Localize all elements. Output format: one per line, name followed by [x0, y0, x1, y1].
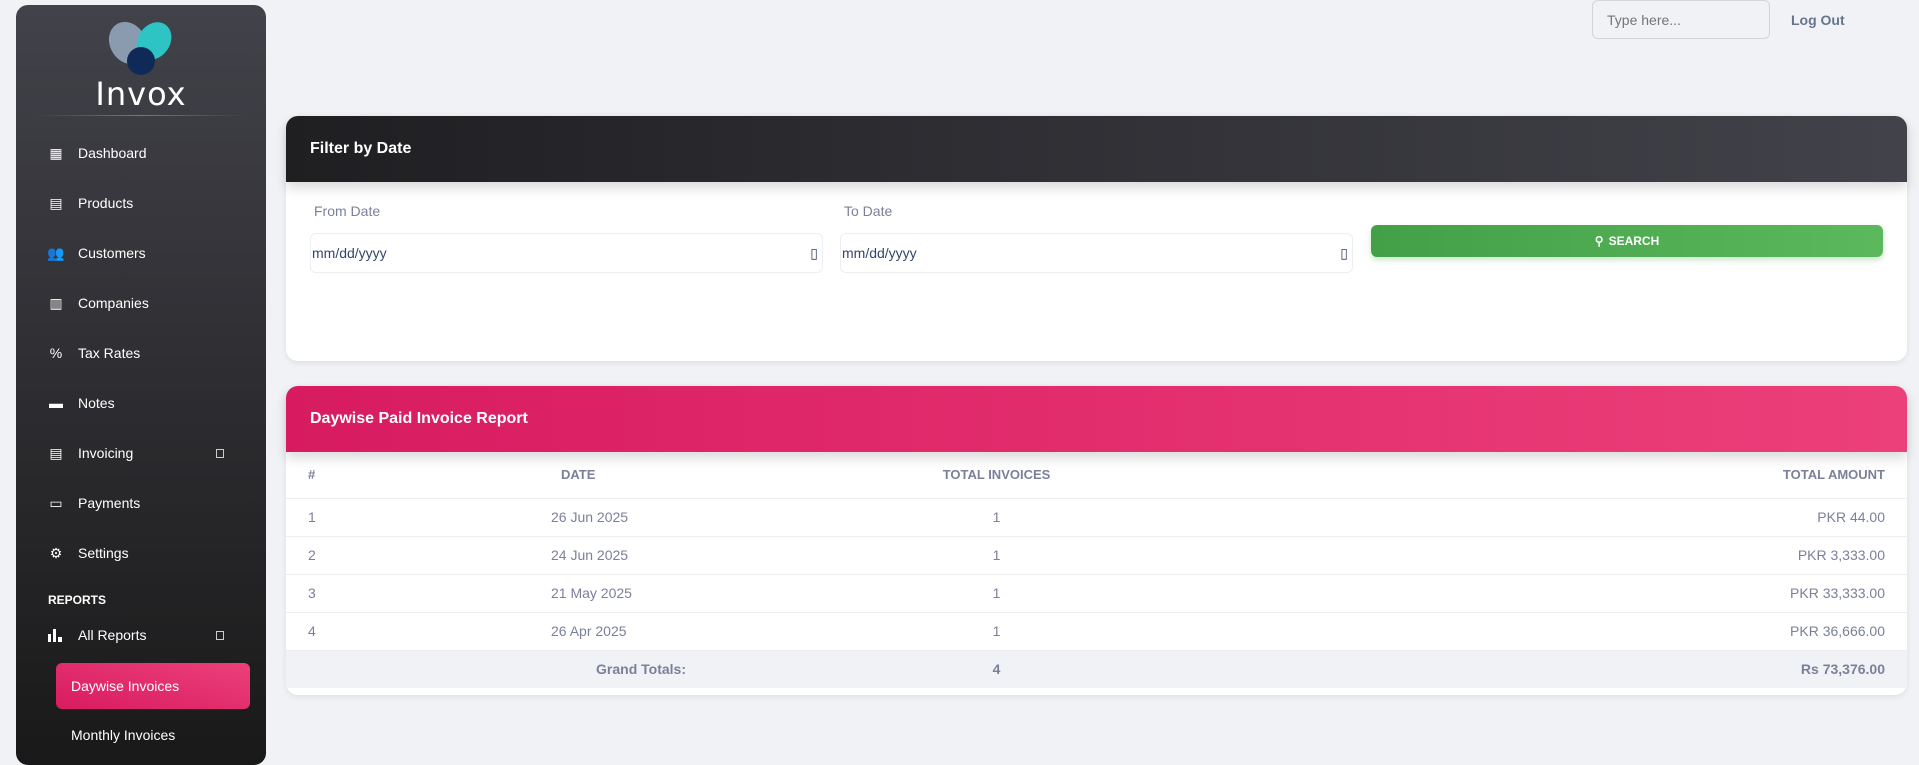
- grand-totals-invoices: 4: [686, 649, 1307, 688]
- row-amount: PKR 3,333.00: [1307, 536, 1907, 575]
- section-reports: REPORTS: [48, 593, 107, 607]
- grand-totals-label: Grand Totals:: [406, 649, 686, 688]
- sidebar-item-label: Tax Rates: [78, 345, 141, 361]
- app-name: Invox: [95, 75, 187, 113]
- archive-icon: ▤: [49, 194, 63, 211]
- sidebar: Invox ▦ Dashboard ▤ Products 👥 Customers ▥ Comp…: [16, 5, 266, 765]
- to-date-value: mm/dd/yyyy: [842, 245, 917, 261]
- report-table: # DATE TOTAL INVOICES TOTAL AMOUNT 1 26 J…: [286, 452, 1907, 688]
- sidebar-item-label: Payments: [78, 495, 141, 511]
- col-total-invoices: TOTAL INVOICES: [686, 452, 1307, 499]
- dashboard-icon: ▦: [49, 144, 63, 161]
- empty-cell: [286, 649, 406, 688]
- sidebar-item-notes[interactable]: ▬ Notes: [46, 385, 246, 421]
- note-icon: ▬: [49, 395, 63, 411]
- table-row: 4 26 Apr 2025 1 PKR 36,666.00: [286, 612, 1907, 651]
- search-icon: ⚲: [1594, 234, 1604, 248]
- search-button[interactable]: ⚲ SEARCH: [1371, 225, 1883, 257]
- row-date: 26 Apr 2025: [406, 612, 686, 651]
- row-invoices: 1: [686, 574, 1307, 613]
- bar-chart-icon: [46, 625, 66, 645]
- sidebar-item-label: Customers: [78, 245, 146, 261]
- to-date-label: To Date: [844, 203, 893, 219]
- sidebar-item-companies[interactable]: ▥ Companies: [46, 285, 246, 321]
- row-number: 2: [286, 536, 406, 575]
- from-date-input[interactable]: mm/dd/yyyy ▯: [310, 233, 823, 273]
- receipt-icon: ▤: [49, 444, 63, 461]
- expand-icon: [216, 448, 224, 458]
- logo[interactable]: Invox: [16, 19, 266, 113]
- row-amount: PKR 44.00: [1307, 498, 1907, 537]
- people-icon: 👥: [47, 244, 65, 261]
- sidebar-item-label: Notes: [78, 395, 115, 411]
- from-date-value: mm/dd/yyyy: [312, 245, 387, 261]
- row-invoices: 1: [686, 536, 1307, 575]
- row-amount: PKR 36,666.00: [1307, 612, 1907, 651]
- sidebar-item-invoicing[interactable]: ▤ Invoicing: [46, 435, 246, 471]
- expand-icon: [216, 630, 224, 640]
- row-date: 24 Jun 2025: [406, 536, 686, 575]
- col-date: DATE: [406, 452, 686, 499]
- table-row: 1 26 Jun 2025 1 PKR 44.00: [286, 498, 1907, 537]
- sidebar-item-all-reports[interactable]: All Reports: [46, 617, 246, 653]
- sidebar-item-dashboard[interactable]: ▦ Dashboard: [46, 135, 246, 171]
- row-amount: PKR 33,333.00: [1307, 574, 1907, 613]
- row-number: 3: [286, 574, 406, 613]
- from-date-label: From Date: [314, 203, 381, 219]
- col-total-amount: TOTAL AMOUNT: [1307, 452, 1907, 499]
- butterfly-logo-icon: [108, 21, 172, 75]
- sidebar-item-label: Settings: [78, 545, 129, 561]
- calendar-icon[interactable]: ▯: [1340, 245, 1348, 262]
- row-invoices: 1: [686, 498, 1307, 537]
- sidebar-item-label: Dashboard: [78, 145, 147, 161]
- sidebar-item-settings[interactable]: ⚙ Settings: [46, 535, 246, 571]
- sidebar-item-monthly-invoices[interactable]: Monthly Invoices: [71, 727, 175, 743]
- sidebar-item-label: Companies: [78, 295, 149, 311]
- filter-card: Filter by Date From Date To Date mm/dd/y…: [286, 116, 1907, 361]
- calendar-icon[interactable]: ▯: [810, 245, 818, 262]
- grand-totals-row: Grand Totals: 4 Rs 73,376.00: [286, 649, 1907, 688]
- to-date-input[interactable]: mm/dd/yyyy ▯: [840, 233, 1353, 273]
- search-input[interactable]: [1592, 0, 1770, 39]
- row-invoices: 1: [686, 612, 1307, 651]
- sidebar-item-customers[interactable]: 👥 Customers: [46, 235, 246, 271]
- sidebar-item-tax-rates[interactable]: % Tax Rates: [46, 335, 246, 371]
- divider: [36, 115, 246, 116]
- table-row: 3 21 May 2025 1 PKR 33,333.00: [286, 574, 1907, 613]
- search-button-label: SEARCH: [1608, 234, 1660, 248]
- sidebar-item-label: All Reports: [78, 627, 147, 643]
- grand-totals-amount: Rs 73,376.00: [1307, 649, 1907, 688]
- sidebar-item-payments[interactable]: ▭ Payments: [46, 485, 246, 521]
- row-number: 1: [286, 498, 406, 537]
- gear-icon: ⚙: [49, 544, 63, 561]
- percent-icon: %: [49, 345, 63, 361]
- row-date: 26 Jun 2025: [406, 498, 686, 537]
- sidebar-item-daywise-invoices[interactable]: Daywise Invoices: [56, 663, 250, 709]
- col-number: #: [286, 452, 406, 499]
- sidebar-item-label: Products: [78, 195, 134, 211]
- sidebar-item-products[interactable]: ▤ Products: [46, 185, 246, 221]
- filter-title: Filter by Date: [286, 116, 1907, 182]
- logout-link[interactable]: Log Out: [1791, 12, 1845, 28]
- sidebar-item-label: Invoicing: [78, 445, 134, 461]
- payments-icon: ▭: [49, 494, 63, 511]
- building-icon: ▥: [49, 294, 63, 311]
- report-card: Daywise Paid Invoice Report # DATE TOTAL…: [286, 386, 1907, 695]
- table-row: 2 24 Jun 2025 1 PKR 3,333.00: [286, 536, 1907, 575]
- row-date: 21 May 2025: [406, 574, 686, 613]
- row-number: 4: [286, 612, 406, 651]
- report-title: Daywise Paid Invoice Report: [286, 386, 1907, 452]
